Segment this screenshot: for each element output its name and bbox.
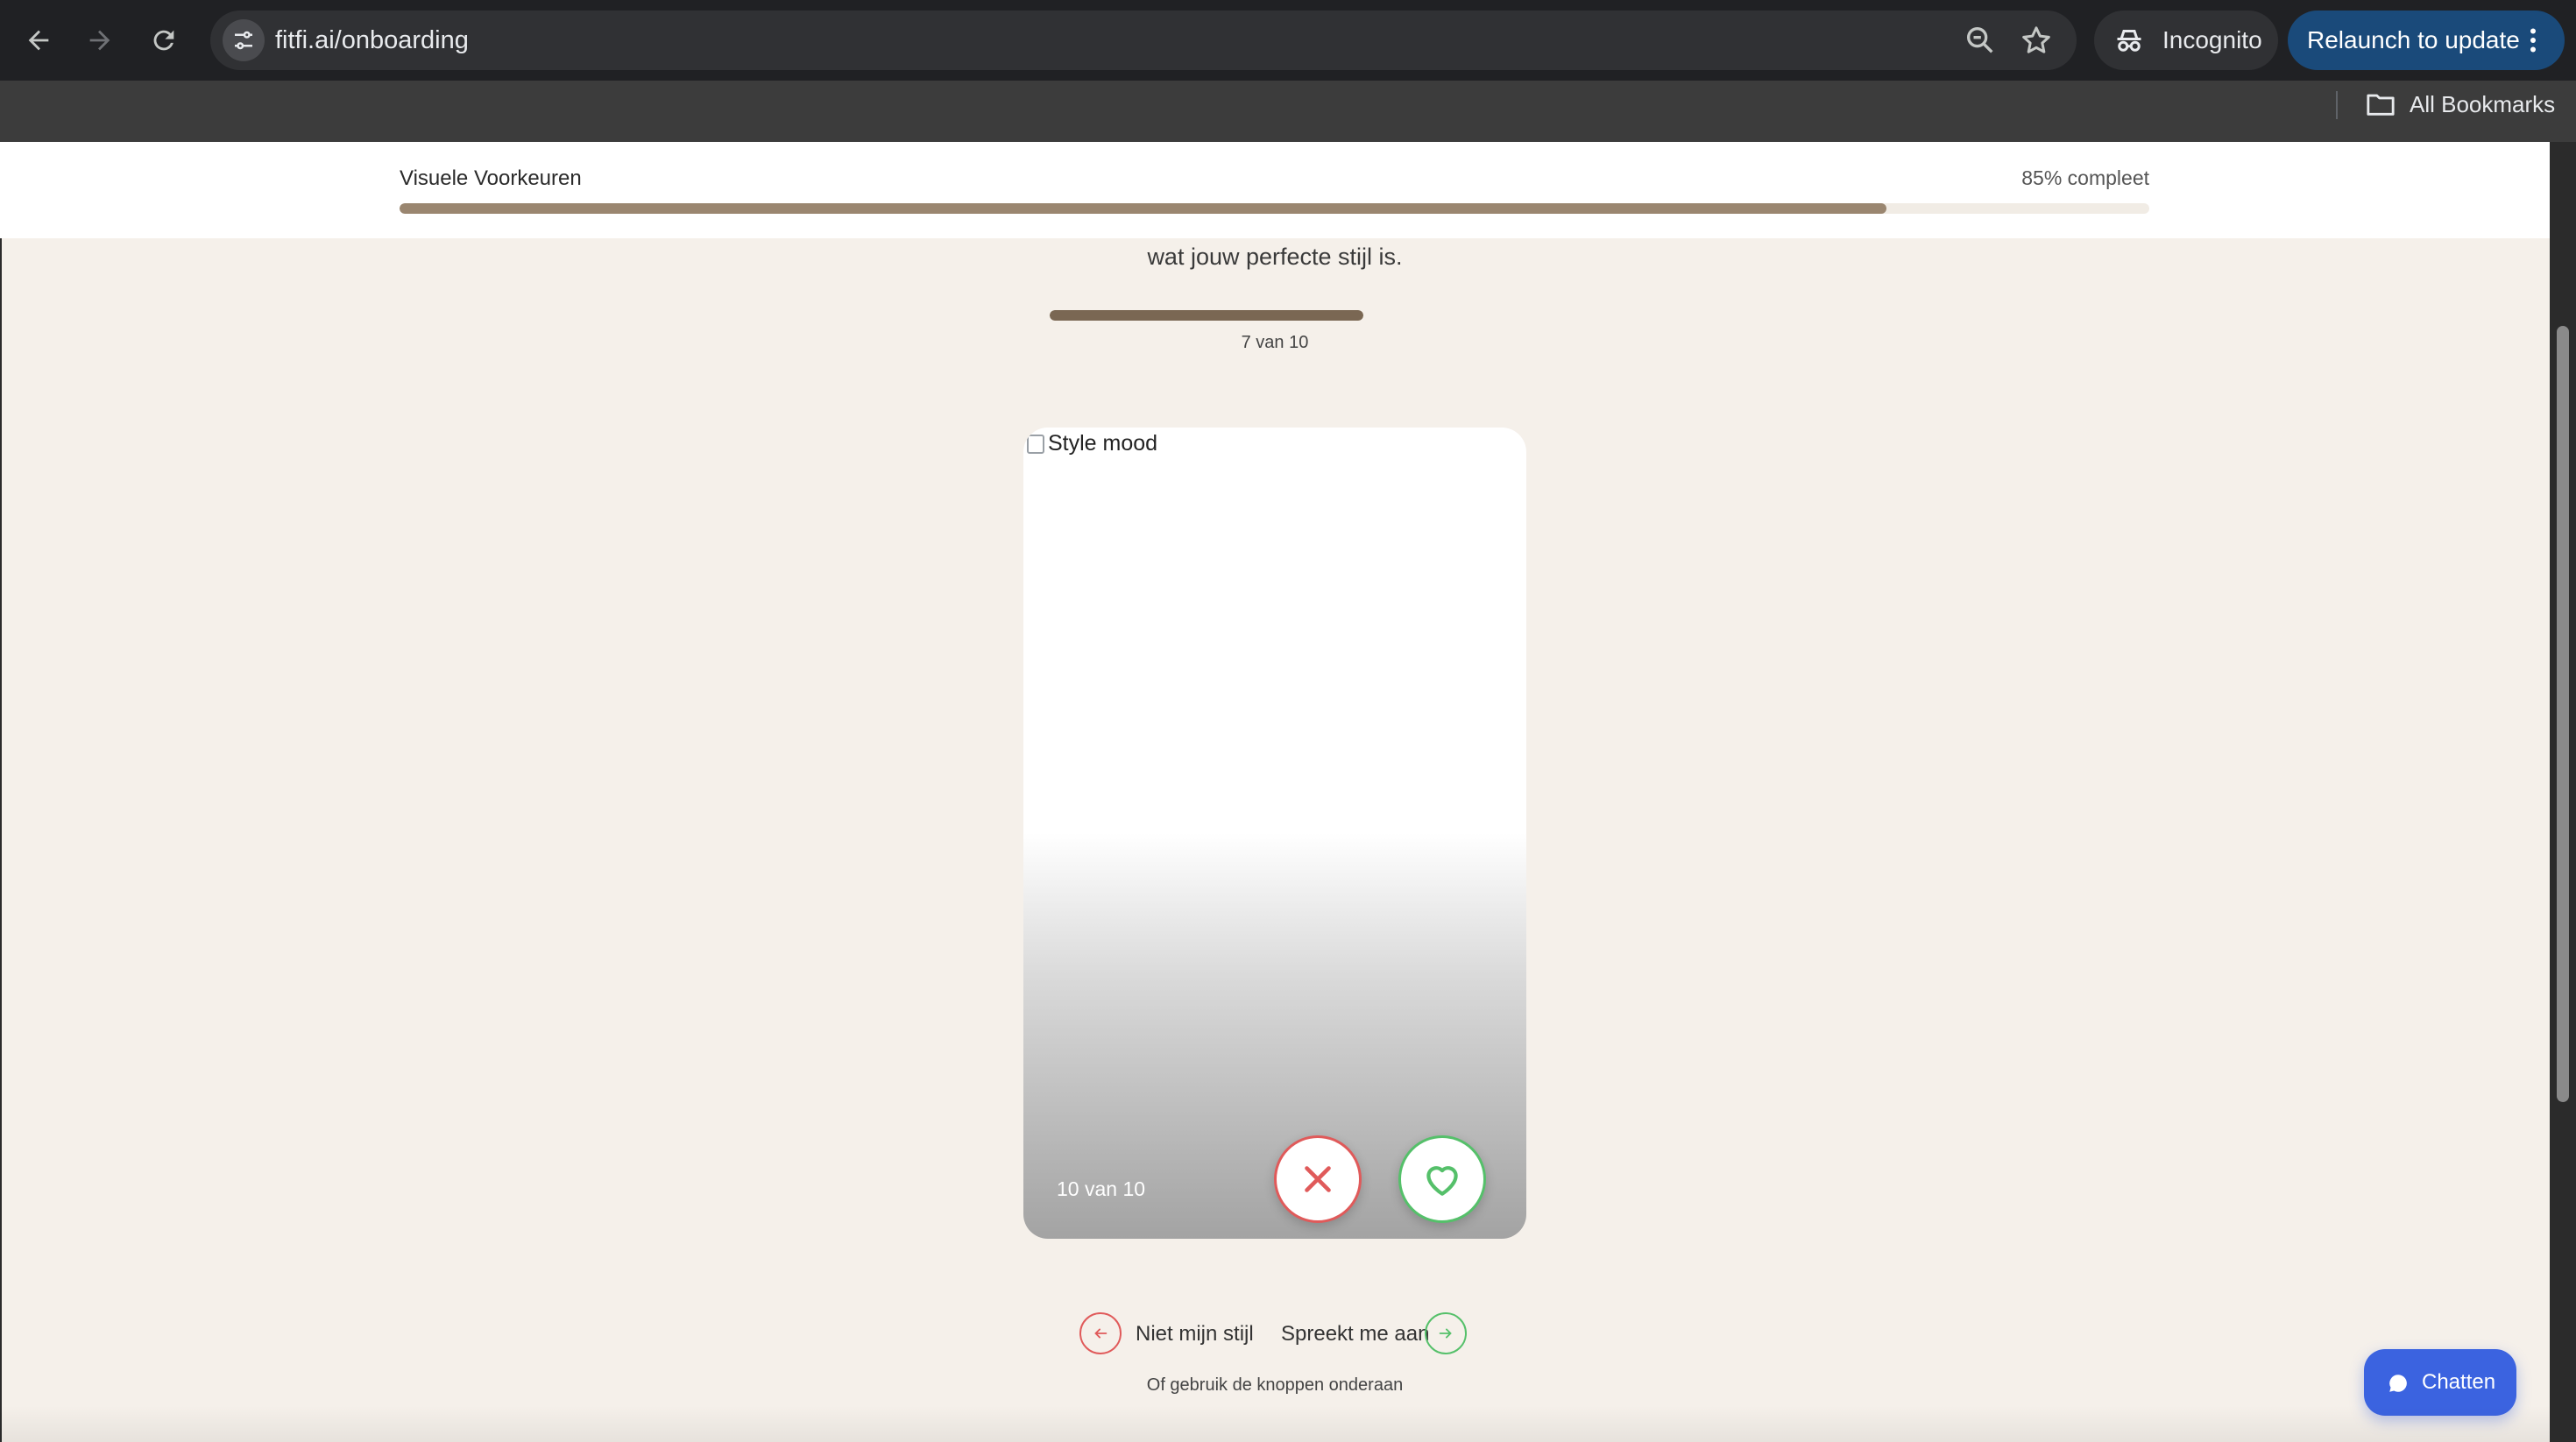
close-icon: [1305, 1166, 1331, 1192]
image-alt-text: Style mood: [1048, 431, 1158, 456]
style-mood-image: Style mood: [1027, 431, 1157, 456]
hint-subtext: Of gebruik de knoppen onderaan: [1146, 1375, 1404, 1395]
zoom-icon[interactable]: [1963, 23, 1998, 58]
bookmarks-bar: [0, 81, 2576, 142]
reload-button[interactable]: [143, 19, 185, 61]
swipe-right-hint[interactable]: [1425, 1312, 1467, 1354]
scrollbar-thumb[interactable]: [2557, 326, 2569, 1102]
url-text[interactable]: fitfi.ai/onboarding: [275, 11, 469, 70]
forward-arrow-icon: [89, 30, 110, 51]
swipe-hint-row: Niet mijn stijl Spreekt me aan: [1078, 1312, 1472, 1358]
incognito-label: Incognito: [2162, 26, 2262, 53]
progress-percent-label: 85% compleet: [2021, 166, 2149, 189]
arrow-left-icon: [1094, 1328, 1108, 1339]
back-button[interactable]: [18, 19, 60, 61]
reload-icon: [153, 30, 174, 51]
bookmarks-divider: [2336, 91, 2338, 119]
like-hint-label: Spreekt me aan: [1281, 1322, 1430, 1346]
style-mood-card[interactable]: Style mood 10 van 10: [1023, 428, 1526, 1239]
step-progress-bar: [1050, 310, 1363, 321]
step-counter: 7 van 10: [1241, 333, 1309, 352]
progress-bar: [400, 203, 2149, 214]
all-bookmarks-label: All Bookmarks: [2410, 91, 2556, 117]
step-progress-fill: [1050, 310, 1363, 321]
forward-button[interactable]: [79, 19, 121, 61]
chat-bubble-icon: [2389, 1375, 2407, 1392]
incognito-icon: [2117, 30, 2141, 52]
swipe-left-hint[interactable]: [1079, 1312, 1122, 1354]
bottom-fade: [0, 1405, 2550, 1442]
star-icon[interactable]: [2019, 23, 2054, 58]
arrow-right-icon: [1439, 1328, 1452, 1339]
dislike-button[interactable]: [1274, 1135, 1362, 1223]
incognito-indicator[interactable]: Incognito: [2094, 11, 2278, 70]
address-bar[interactable]: fitfi.ai/onboarding: [210, 11, 2077, 70]
dislike-hint-label: Niet mijn stijl: [1136, 1322, 1254, 1346]
onboarding-progress-header: Visuele Voorkeuren 85% compleet: [0, 142, 2550, 238]
progress-bar-fill: [400, 203, 1887, 214]
like-button[interactable]: [1398, 1135, 1486, 1223]
site-settings-icon[interactable]: [223, 19, 265, 61]
page-scrollbar[interactable]: [2550, 142, 2576, 1442]
card-counter: 10 van 10: [1057, 1177, 1146, 1200]
relaunch-label: Relaunch to update: [2307, 26, 2520, 53]
broken-image-icon: [1027, 434, 1044, 454]
more-vert-icon: [2530, 28, 2536, 53]
heart-icon: [1426, 1166, 1458, 1196]
progress-section-title: Visuele Voorkeuren: [400, 166, 582, 190]
browser-toolbar: fitfi.ai/onboarding Incognito Relaunch t…: [0, 0, 2576, 81]
folder-icon: [2367, 94, 2395, 116]
back-arrow-icon: [28, 30, 49, 51]
relaunch-button[interactable]: Relaunch to update: [2288, 11, 2565, 70]
intro-text: wat jouw perfecte stijl is.: [1147, 244, 1403, 270]
